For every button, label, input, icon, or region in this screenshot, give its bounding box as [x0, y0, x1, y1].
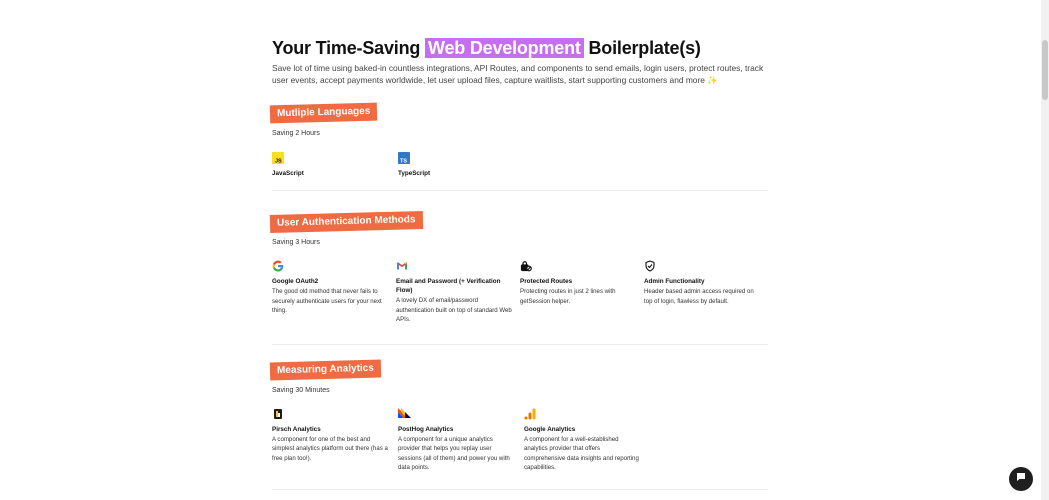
feature-card-typescript: TS TypeScript — [398, 151, 524, 178]
feature-description: A component for a well-established analy… — [524, 435, 639, 472]
hero-subtitle: Save lot of time using baked-in countles… — [272, 63, 764, 85]
feature-title: Admin Functionality — [644, 278, 705, 285]
feature-title: Protected Routes — [520, 278, 573, 285]
feature-description: Protecting routes in just 2 lines with g… — [520, 288, 616, 305]
feature-title: JavaScript — [272, 170, 304, 177]
saving-time: Saving 30 Minutes — [272, 386, 330, 394]
feature-description: Header based admin access required on to… — [644, 288, 754, 305]
hero-title-highlight: Web Development — [424, 38, 584, 58]
section-divider — [272, 190, 768, 191]
svg-text:TS: TS — [400, 159, 407, 165]
feature-title: Google Analytics — [524, 425, 576, 433]
feature-description: The good old method that never fails to … — [272, 288, 382, 314]
saving-time: Saving 3 Hours — [272, 239, 320, 246]
feature-card-admin: Admin Functionality Header based admin a… — [644, 259, 768, 325]
chat-icon — [1015, 470, 1027, 488]
hero-title: Your Time-Saving Web Development Boilerp… — [272, 38, 768, 58]
section-authentication: User Authentication Methods Saving 3 Hou… — [269, 211, 768, 345]
feature-title: Email and Password (+ Verification Flow) — [396, 278, 501, 294]
feature-card-google-oauth: Google OAuth2 The good old method that n… — [272, 259, 396, 325]
section-divider — [272, 343, 768, 345]
gmail-icon — [396, 259, 408, 271]
posthog-icon — [398, 407, 411, 419]
chat-button[interactable] — [1009, 467, 1033, 491]
feature-title: Google OAuth2 — [272, 278, 319, 285]
pirsch-icon — [272, 407, 284, 419]
feature-description: A component for one of the best and simp… — [272, 435, 388, 462]
section-label: Mutliple Languages — [269, 102, 378, 124]
feature-card-posthog: PostHog Analytics A component for a uniq… — [398, 407, 524, 473]
hero-title-end: Boilerplate(s) — [588, 38, 701, 58]
feature-title: PostHog Analytics — [398, 425, 454, 433]
main-content: Your Time-Saving Web Development Boilerp… — [269, 38, 768, 490]
page-scrollbar[interactable] — [1041, 0, 1049, 500]
feature-description: A lovely DX of email/password authentica… — [396, 297, 512, 323]
section-divider — [272, 488, 768, 490]
svg-text:JS: JS — [275, 159, 282, 165]
feature-card-pirsch: Pirsch Analytics A component for one of … — [272, 407, 398, 473]
hero-title-start: Your Time-Saving — [272, 38, 421, 58]
typescript-icon: TS — [398, 151, 410, 165]
saving-time: Saving 2 Hours — [272, 130, 320, 137]
feature-title: Pirsch Analytics — [272, 425, 321, 433]
feature-card-javascript: JS JavaScript — [272, 151, 398, 178]
feature-title: TypeScript — [398, 170, 431, 177]
feature-card-protected-routes: Protected Routes Protecting routes in ju… — [520, 259, 644, 325]
javascript-icon: JS — [272, 151, 284, 165]
google-icon — [272, 259, 284, 272]
google-analytics-icon — [524, 407, 536, 419]
feature-grid: JS JavaScript TS TypeScript — [272, 151, 768, 178]
section-label: User Authentication Methods — [269, 211, 423, 233]
feature-grid: Google OAuth2 The good old method that n… — [272, 259, 768, 325]
shield-check-icon — [644, 259, 656, 272]
section-label: Measuring Analytics — [269, 359, 382, 380]
lock-icon — [520, 259, 532, 272]
feature-card-email-password: Email and Password (+ Verification Flow)… — [396, 259, 520, 325]
feature-grid: Pirsch Analytics A component for one of … — [272, 407, 768, 473]
feature-card-google-analytics: Google Analytics A component for a well-… — [524, 407, 650, 473]
feature-description: A component for a unique analytics provi… — [398, 435, 510, 472]
section-languages: Mutliple Languages Saving 2 Hours JS Jav… — [269, 102, 768, 191]
scrollbar-thumb[interactable] — [1042, 40, 1048, 100]
section-analytics: Measuring Analytics Saving 30 Minutes Pi… — [269, 359, 768, 490]
